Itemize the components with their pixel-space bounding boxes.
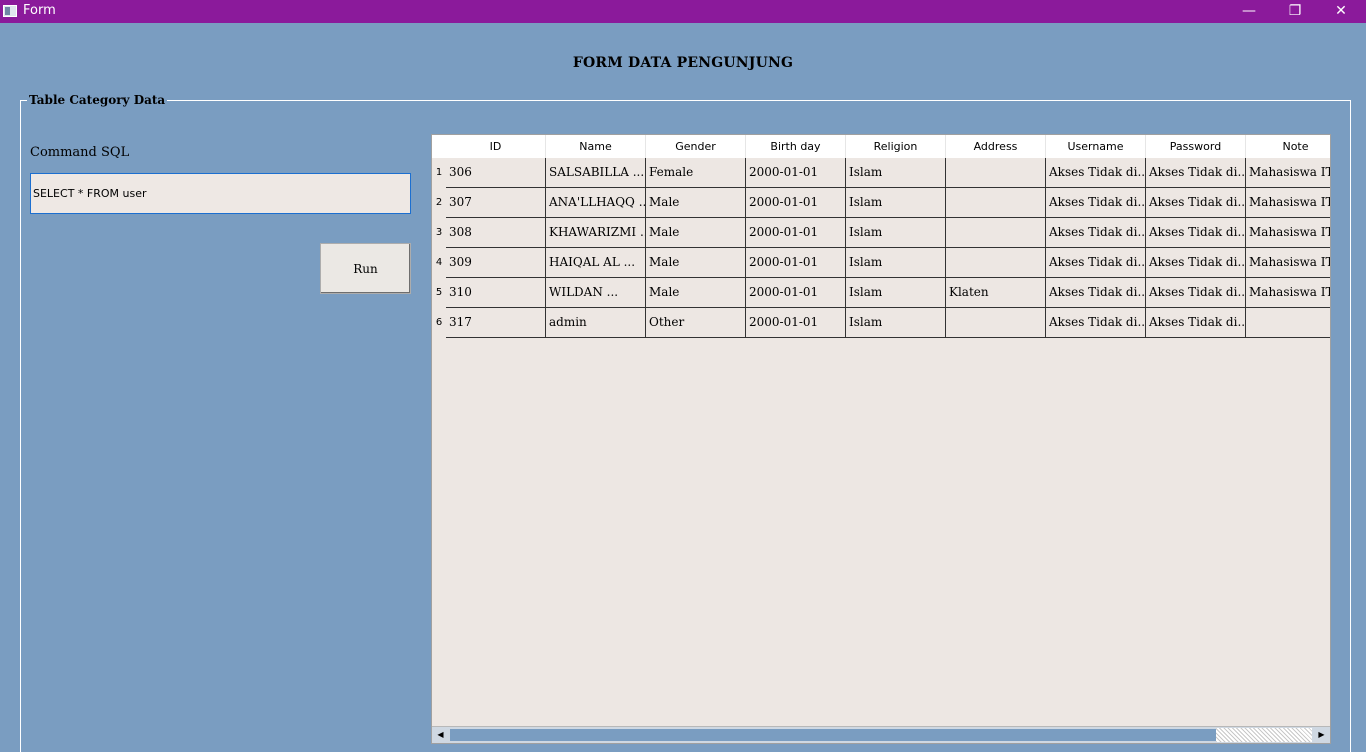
table-cell[interactable]: Akses Tidak di... [1046,158,1146,188]
table-cell[interactable]: Female [646,158,746,188]
scroll-left-arrow-icon[interactable]: ◀ [432,727,449,743]
close-icon: ✕ [1335,3,1347,19]
table-cell[interactable]: Islam [846,218,946,248]
table-cell[interactable]: Akses Tidak di... [1146,188,1246,218]
row-header[interactable]: 4 [432,248,446,278]
sql-command-input[interactable] [30,173,411,214]
table-cell[interactable]: 2000-01-01 [746,308,846,338]
table-cell[interactable] [946,158,1046,188]
table-cell[interactable]: Islam [846,158,946,188]
table-cell[interactable]: HAIQAL AL ... [546,248,646,278]
page-title: FORM DATA PENGUNJUNG [572,55,794,71]
window-title: Form [23,3,56,18]
table-cell[interactable]: Male [646,248,746,278]
table-cell[interactable]: KHAWARIZMI ... [546,218,646,248]
title-bar: Form — ❐ ✕ [0,0,1366,23]
data-grid[interactable]: ID Name Gender Birth day Religion Address User… [431,134,1331,744]
table-cell[interactable]: 2000-01-01 [746,188,846,218]
table-cell[interactable]: 308 [446,218,546,248]
table-cell[interactable]: Male [646,188,746,218]
scroll-right-arrow-icon[interactable]: ▶ [1313,727,1330,743]
table-cell[interactable]: Mahasiswa IT... [1246,158,1330,188]
table-cell[interactable]: Male [646,218,746,248]
table-cell[interactable] [1246,308,1330,338]
row-header[interactable]: 6 [432,308,446,338]
row-header[interactable]: 1 [432,158,446,188]
table-cell[interactable]: Islam [846,188,946,218]
column-header[interactable]: Password [1146,135,1246,158]
row-header[interactable]: 3 [432,218,446,248]
table-cell[interactable]: Islam [846,278,946,308]
table-cell[interactable]: Islam [846,308,946,338]
column-header[interactable]: Gender [646,135,746,158]
table-cell[interactable] [946,248,1046,278]
table-cell[interactable]: 310 [446,278,546,308]
group-legend: Table Category Data [27,93,168,107]
table-cell[interactable]: Akses Tidak di... [1146,248,1246,278]
table-cell[interactable]: 309 [446,248,546,278]
table-cell[interactable]: admin [546,308,646,338]
table-cell[interactable]: Islam [846,248,946,278]
table-cell[interactable]: Akses Tidak di... [1046,278,1146,308]
table-cell[interactable]: Mahasiswa IT... [1246,188,1330,218]
table-cell[interactable]: 317 [446,308,546,338]
table-cell[interactable]: Male [646,278,746,308]
table-cell[interactable]: Mahasiswa IT... [1246,218,1330,248]
column-header[interactable]: Religion [846,135,946,158]
scroll-track[interactable] [1216,728,1312,742]
column-header[interactable]: Address [946,135,1046,158]
table-cell[interactable]: Akses Tidak di... [1146,278,1246,308]
command-sql-label: Command SQL [30,145,130,160]
table-cell[interactable]: SALSABILLA ... [546,158,646,188]
run-button[interactable]: Run [320,243,411,294]
minimize-icon: — [1242,3,1256,19]
table-cell[interactable]: ANA'LLHAQQ ... [546,188,646,218]
table-cell[interactable]: Akses Tidak di... [1146,308,1246,338]
column-header[interactable]: Username [1046,135,1146,158]
table-cell[interactable]: Other [646,308,746,338]
row-header[interactable]: 2 [432,188,446,218]
column-header[interactable]: Name [546,135,646,158]
table-cell[interactable]: Akses Tidak di... [1146,158,1246,188]
grid-corner[interactable] [432,135,446,158]
table-cell[interactable]: WILDAN ... [546,278,646,308]
table-cell[interactable] [946,188,1046,218]
app-icon [3,5,17,17]
restore-icon: ❐ [1288,3,1302,19]
table-cell[interactable]: Akses Tidak di... [1046,248,1146,278]
table-cell[interactable]: 2000-01-01 [746,278,846,308]
table-cell[interactable]: Akses Tidak di... [1146,218,1246,248]
restore-button[interactable]: ❐ [1272,0,1318,23]
table-cell[interactable]: 2000-01-01 [746,158,846,188]
table-cell[interactable]: 2000-01-01 [746,248,846,278]
table-cell[interactable]: 2000-01-01 [746,218,846,248]
close-button[interactable]: ✕ [1318,0,1364,23]
horizontal-scrollbar[interactable]: ◀ ▶ [432,726,1330,743]
table-cell[interactable]: Klaten [946,278,1046,308]
minimize-button[interactable]: — [1226,0,1272,23]
table-cell[interactable]: 306 [446,158,546,188]
table-cell[interactable] [946,218,1046,248]
table-cell[interactable]: Akses Tidak di... [1046,218,1146,248]
column-header[interactable]: Birth day [746,135,846,158]
column-header[interactable]: ID [446,135,546,158]
table-cell[interactable]: Akses Tidak di... [1046,308,1146,338]
table-cell[interactable] [946,308,1046,338]
table-cell[interactable]: Mahasiswa IT... [1246,278,1330,308]
scroll-thumb[interactable] [450,729,1216,741]
row-header[interactable]: 5 [432,278,446,308]
table-cell[interactable]: 307 [446,188,546,218]
table-cell[interactable]: Akses Tidak di... [1046,188,1146,218]
table-cell[interactable]: Mahasiswa IT... [1246,248,1330,278]
column-header[interactable]: Note [1246,135,1330,158]
